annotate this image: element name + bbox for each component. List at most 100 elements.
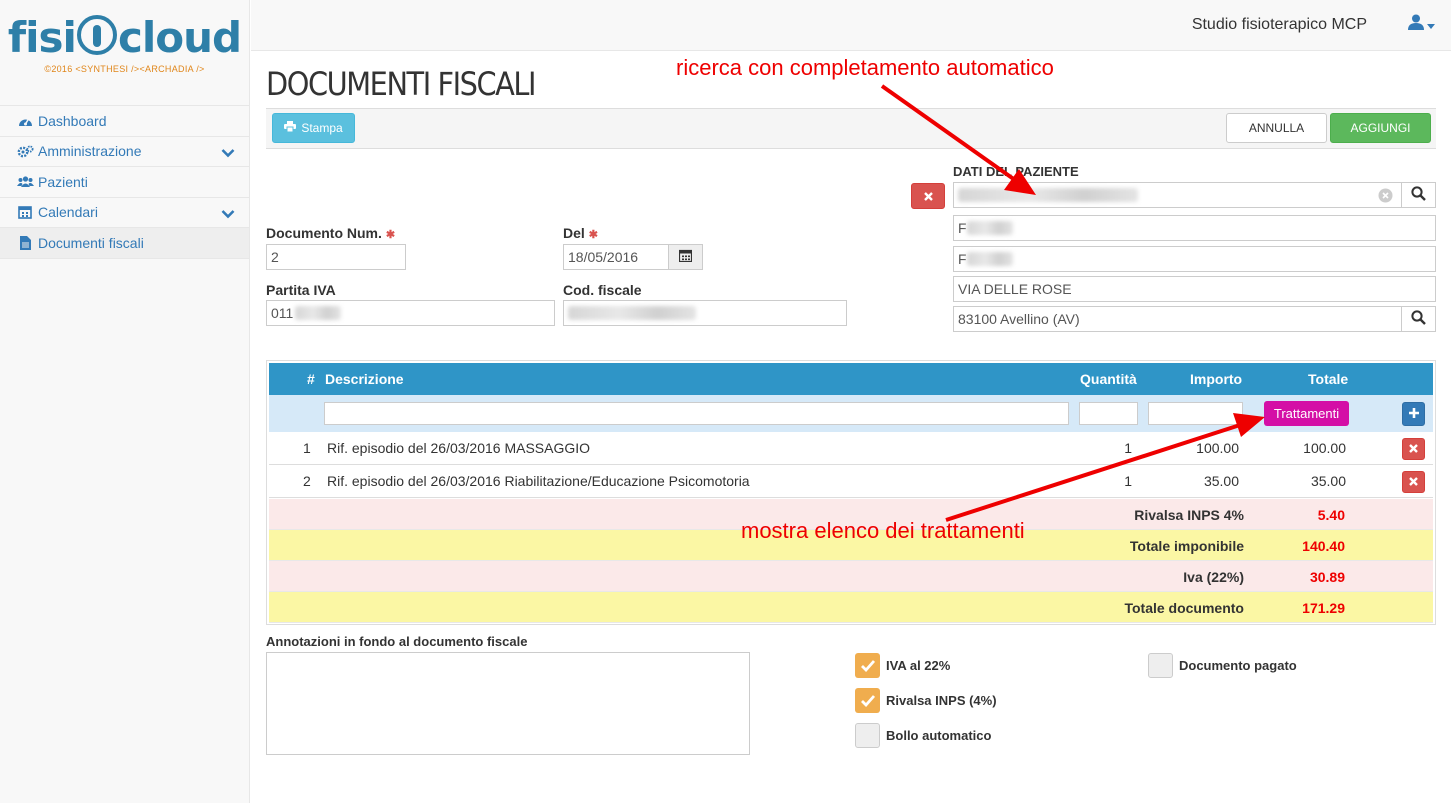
add-button[interactable]: AGGIUNGI (1330, 113, 1431, 143)
row-description: Rif. episodio del 26/03/2016 MASSAGGIO (327, 440, 591, 456)
row-total: 35.00 (1310, 473, 1346, 489)
iva-checkbox-row[interactable]: IVA al 22% (855, 653, 950, 678)
gears-icon (16, 144, 34, 158)
redacted-text (568, 306, 696, 320)
print-button[interactable]: Stampa (272, 113, 355, 143)
piva-label: Partita IVA (266, 282, 336, 298)
treatments-button[interactable]: Trattamenti (1264, 401, 1349, 426)
col-price: Importo (1190, 371, 1243, 387)
summary-label: Totale imponibile (1129, 538, 1244, 554)
new-item-row: Trattamenti (269, 395, 1433, 432)
summary-value: 5.40 (1317, 507, 1345, 523)
sidebar-item-documenti-fiscali[interactable]: Documenti fiscali (0, 228, 249, 259)
clear-circle-icon[interactable] (1378, 188, 1393, 206)
row-num: 1 (303, 440, 311, 456)
address-field[interactable]: VIA DELLE ROSE (953, 276, 1436, 302)
logo-left: fisi (7, 13, 77, 62)
rivalsa-checkbox-row[interactable]: Rivalsa INPS (4%) (855, 688, 997, 713)
redacted-text (295, 306, 342, 320)
summary-value: 30.89 (1309, 569, 1345, 585)
bollo-checkbox[interactable] (855, 723, 880, 748)
sidebar-nav: Dashboard Amministrazione Pazienti Calen… (0, 105, 249, 259)
codfisc-label: Cod. fiscale (563, 282, 642, 298)
col-num: # (307, 371, 315, 387)
bollo-checkbox-row[interactable]: Bollo automatico (855, 723, 991, 748)
logo-text: fisi cloud (0, 14, 249, 62)
pagato-checkbox[interactable] (1148, 653, 1173, 678)
file-icon (16, 235, 34, 250)
summary-row-iva: Iva (22%) 30.89 (269, 561, 1433, 592)
table-row: 2 Rif. episodio del 26/03/2016 Riabilita… (269, 465, 1433, 498)
new-price-input[interactable] (1148, 402, 1243, 425)
clear-patient-button[interactable] (911, 183, 945, 209)
col-total: Totale (1308, 371, 1349, 387)
calendar-icon (678, 249, 693, 265)
chevron-down-icon[interactable] (221, 145, 235, 161)
date-label: Del ✱ (563, 225, 598, 241)
delete-row-button[interactable] (1402, 471, 1425, 493)
calendar-icon (16, 205, 34, 220)
table-header: # Descrizione Quantità Importo Totale (269, 363, 1433, 395)
sidebar-item-dashboard[interactable]: Dashboard (0, 106, 249, 137)
col-quantity: Quantità (1080, 371, 1137, 387)
delete-row-button[interactable] (1402, 438, 1425, 460)
doc-num-input[interactable]: 2 (266, 244, 406, 270)
logo-figure-icon (76, 15, 117, 55)
rivalsa-checkbox[interactable] (855, 688, 880, 713)
rivalsa-checkbox-label: Rivalsa INPS (4%) (886, 693, 997, 708)
add-item-button[interactable] (1402, 402, 1425, 426)
notes-textarea[interactable] (266, 652, 750, 755)
toolbar: Stampa ANNULLA AGGIUNGI (266, 108, 1436, 149)
page-title: DOCUMENTI FISCALI (266, 65, 537, 103)
required-icon: ✱ (385, 229, 396, 241)
piva-value: 011 (271, 305, 294, 321)
date-value: 18/05/2016 (568, 249, 639, 265)
piva-input[interactable]: 011 (266, 300, 555, 326)
sidebar: fisi cloud ©2016 <SYNTHESI /><ARCHADIA />… (0, 0, 250, 803)
patient-name-field[interactable]: F (953, 215, 1436, 241)
chevron-down-icon[interactable] (221, 206, 235, 222)
sidebar-item-amministrazione[interactable]: Amministrazione (0, 137, 249, 167)
pagato-checkbox-label: Documento pagato (1179, 658, 1297, 673)
codfisc-input[interactable] (563, 300, 847, 326)
user-menu[interactable] (1408, 14, 1435, 33)
patient-name-value: F (958, 220, 967, 236)
required-icon: ✱ (588, 229, 599, 241)
city-value: 83100 Avellino (AV) (958, 311, 1080, 327)
sidebar-item-label: Documenti fiscali (38, 234, 144, 251)
print-button-label: Stampa (301, 121, 343, 135)
bollo-checkbox-label: Bollo automatico (886, 728, 992, 743)
logo[interactable]: fisi cloud ©2016 <SYNTHESI /><ARCHADIA /> (0, 0, 249, 105)
sidebar-item-pazienti[interactable]: Pazienti (0, 167, 249, 198)
plus-icon (1408, 407, 1420, 422)
patient-search-input[interactable] (953, 182, 1402, 208)
new-quantity-input[interactable] (1079, 402, 1138, 425)
pagato-checkbox-row[interactable]: Documento pagato (1148, 653, 1297, 678)
sidebar-item-calendari[interactable]: Calendari (0, 198, 249, 228)
date-input[interactable]: 18/05/2016 (563, 244, 669, 270)
close-icon (1409, 475, 1418, 489)
summary-value: 171.29 (1302, 600, 1345, 616)
patient-search-button[interactable] (1401, 182, 1436, 208)
summary-row-totale: Totale documento 171.29 (269, 592, 1433, 623)
iva-checkbox[interactable] (855, 653, 880, 678)
close-icon (1409, 442, 1418, 456)
patient-label: DATI DEL PAZIENTE (953, 164, 1079, 179)
dashboard-icon (16, 114, 34, 128)
items-table: # Descrizione Quantità Importo Totale Tr… (266, 360, 1436, 625)
logo-right: cloud (117, 13, 242, 62)
print-icon (284, 121, 297, 135)
patient-surname-field[interactable]: F (953, 246, 1436, 272)
summary-label: Totale documento (1124, 600, 1244, 616)
annotation-treatments: mostra elenco dei trattamenti (741, 518, 1025, 543)
new-description-input[interactable] (324, 402, 1069, 425)
row-quantity: 1 (1124, 440, 1132, 456)
caret-down-icon (1427, 16, 1435, 32)
redacted-text (966, 221, 1013, 235)
iva-checkbox-label: IVA al 22% (886, 658, 951, 673)
cancel-button[interactable]: ANNULLA (1226, 113, 1327, 143)
col-description: Descrizione (325, 371, 404, 387)
date-picker-button[interactable] (668, 244, 703, 270)
city-field[interactable]: 83100 Avellino (AV) (953, 306, 1402, 332)
city-search-button[interactable] (1401, 306, 1436, 332)
